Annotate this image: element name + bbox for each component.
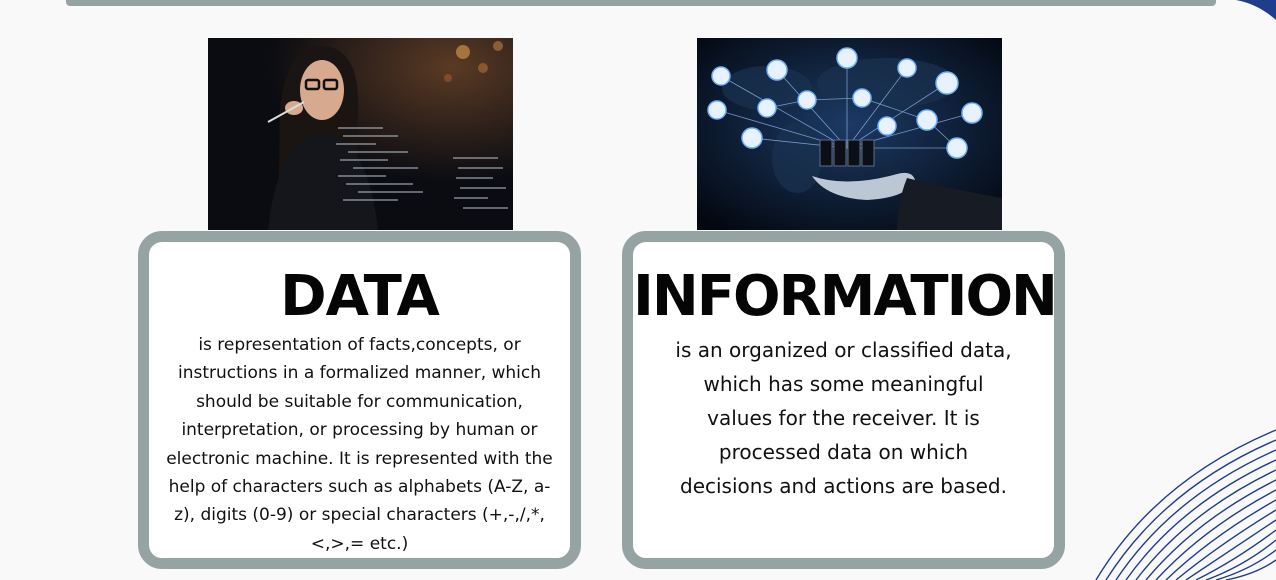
information-photo xyxy=(697,38,1002,230)
decorative-wave-lines xyxy=(1095,429,1276,580)
top-divider-bar xyxy=(66,0,1216,6)
data-photo xyxy=(208,38,513,230)
data-description: is representation of facts,concepts, or … xyxy=(166,335,553,554)
information-description: is an organized or classified data, whic… xyxy=(675,338,1012,498)
data-title: DATA xyxy=(280,264,440,329)
information-card: INFORMATION is an organized or classifie… xyxy=(622,231,1065,569)
corner-accent-shape xyxy=(1236,0,1276,20)
information-title: INFORMATION xyxy=(633,264,1058,329)
data-card: DATA is representation of facts,concepts… xyxy=(138,231,581,569)
